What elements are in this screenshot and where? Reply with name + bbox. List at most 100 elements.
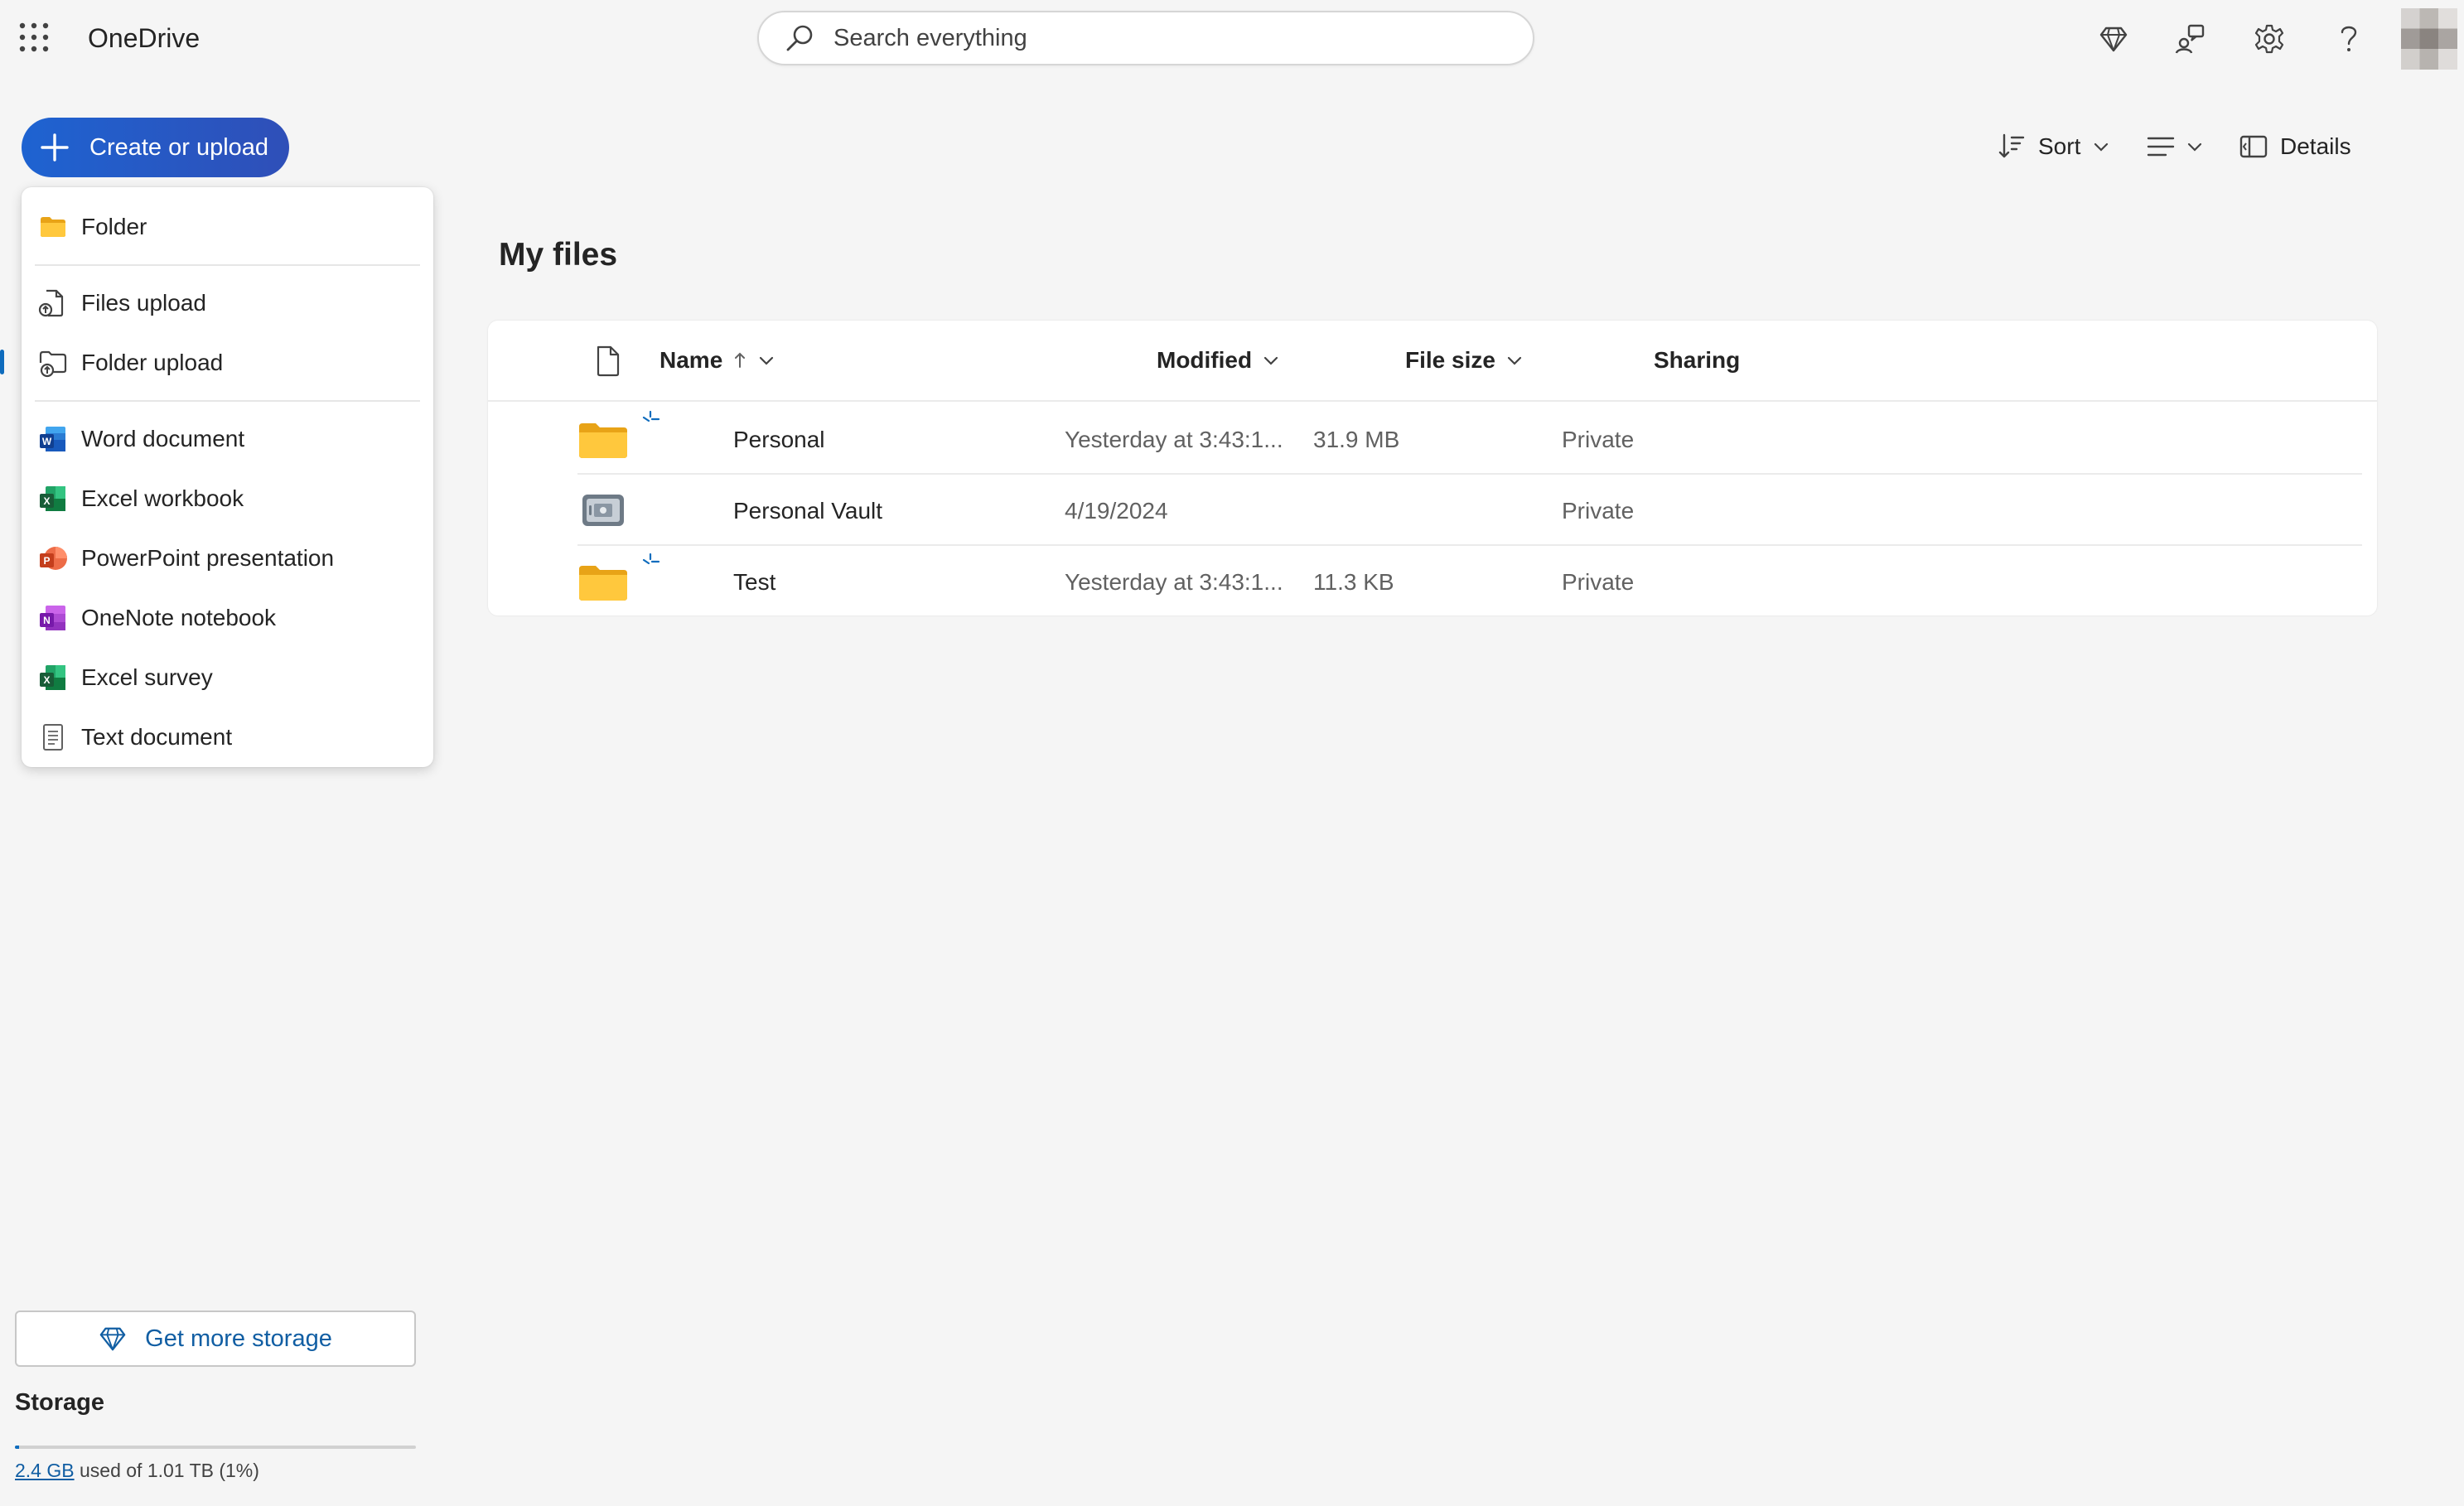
storage-progress-fill: [15, 1446, 19, 1449]
column-header-label: File size: [1405, 347, 1495, 373]
create-or-upload-button[interactable]: Create or upload: [22, 118, 289, 177]
sort-ascending-arrow-icon: [722, 350, 747, 370]
folder-upload-icon: [38, 348, 68, 378]
menu-item-files-upload[interactable]: Files upload: [22, 273, 433, 333]
diamond-icon: [99, 1325, 127, 1353]
top-bar: OneDrive: [0, 0, 2464, 80]
svg-text:P: P: [43, 555, 50, 567]
details-button[interactable]: Details: [2239, 126, 2351, 167]
details-label: Details: [2280, 133, 2351, 159]
list-view-icon: [2146, 132, 2176, 162]
share-people-icon[interactable]: [2171, 20, 2209, 58]
file-type-column-icon[interactable]: [594, 345, 622, 377]
get-more-storage-button[interactable]: Get more storage: [15, 1311, 416, 1367]
sync-status-icon: [642, 553, 660, 569]
menu-item-powerpoint-presentation[interactable]: P PowerPoint presentation: [22, 529, 433, 588]
page-title: My files: [499, 237, 618, 273]
folder-icon: [38, 212, 68, 242]
table-row[interactable]: Personal Yesterday at 3:43:1... 31.9 MB …: [577, 403, 2362, 475]
menu-item-word-document[interactable]: W Word document: [22, 409, 433, 469]
file-modified: 4/19/2024: [1065, 498, 1168, 524]
storage-used-text: used of 1.01 TB (1%): [74, 1460, 259, 1481]
menu-item-label: Excel workbook: [81, 485, 244, 511]
file-modified: Yesterday at 3:43:1...: [1065, 569, 1283, 595]
menu-item-onenote-notebook[interactable]: N OneNote notebook: [22, 588, 433, 648]
get-more-storage-label: Get more storage: [145, 1325, 332, 1352]
chevron-down-icon: [747, 351, 775, 369]
menu-item-label: Files upload: [81, 290, 206, 316]
sort-label: Sort: [2038, 133, 2081, 159]
storage-used-link[interactable]: 2.4 GB: [15, 1460, 75, 1481]
menu-item-label: Folder: [81, 214, 147, 239]
excel-icon: X: [38, 484, 68, 514]
excel-survey-icon: X: [38, 663, 68, 693]
column-header-label: Modified: [1157, 347, 1253, 373]
plus-icon: [38, 131, 71, 164]
menu-item-label: Excel survey: [81, 664, 213, 690]
settings-gear-icon[interactable]: [2250, 20, 2288, 58]
menu-divider: [35, 264, 420, 266]
table-header: Name Modified File size Sharing: [488, 321, 2377, 402]
column-header-label: Name: [659, 347, 723, 373]
storage-progress-bar: [15, 1446, 416, 1449]
search-box[interactable]: [757, 11, 1534, 65]
file-size: 11.3 KB: [1313, 569, 1394, 595]
menu-item-folder[interactable]: Folder: [22, 197, 433, 257]
storage-usage: 2.4 GB used of 1.01 TB (1%): [15, 1460, 259, 1482]
app-title[interactable]: OneDrive: [88, 23, 200, 54]
create-or-upload-label: Create or upload: [89, 133, 269, 161]
search-icon: [784, 22, 815, 54]
menu-item-excel-workbook[interactable]: X Excel workbook: [22, 469, 433, 529]
menu-divider: [35, 400, 420, 402]
chevron-down-icon: [1252, 351, 1280, 369]
chevron-down-icon: [2186, 138, 2204, 156]
column-header-file-size[interactable]: File size: [1405, 347, 1524, 374]
file-sharing: Private: [1562, 427, 1635, 452]
chevron-down-icon: [2092, 138, 2110, 156]
sync-status-icon: [642, 410, 660, 427]
personal-vault-icon: [577, 485, 629, 534]
menu-item-label: Text document: [81, 724, 233, 750]
file-modified: Yesterday at 3:43:1...: [1065, 427, 1283, 452]
column-header-name[interactable]: Name: [659, 347, 775, 374]
search-input[interactable]: [833, 24, 1496, 52]
premium-diamond-icon[interactable]: [2094, 20, 2133, 58]
view-options-button[interactable]: [2146, 126, 2204, 167]
create-menu: Folder Files upload Folder upload W Word…: [22, 187, 433, 767]
powerpoint-icon: P: [38, 543, 68, 573]
help-icon[interactable]: [2330, 20, 2368, 58]
nav-selection-indicator: [0, 350, 4, 374]
sort-button[interactable]: Sort: [1997, 126, 2110, 167]
details-pane-icon: [2239, 132, 2268, 162]
svg-text:N: N: [43, 615, 51, 626]
file-name[interactable]: Test: [733, 569, 775, 596]
file-sharing: Private: [1562, 569, 1635, 595]
file-upload-icon: [38, 288, 68, 318]
svg-text:W: W: [42, 436, 52, 447]
app-launcher-icon[interactable]: [18, 22, 50, 53]
svg-text:X: X: [43, 674, 50, 686]
menu-item-label: Folder upload: [81, 350, 224, 375]
menu-item-excel-survey[interactable]: X Excel survey: [22, 648, 433, 707]
menu-item-folder-upload[interactable]: Folder upload: [22, 333, 433, 393]
word-icon: W: [38, 424, 68, 454]
storage-title: Storage: [15, 1389, 104, 1416]
table-row[interactable]: Personal Vault 4/19/2024 Private: [577, 475, 2362, 546]
onenote-icon: N: [38, 603, 68, 633]
svg-text:X: X: [43, 495, 50, 507]
chevron-down-icon: [1495, 351, 1524, 369]
file-sharing: Private: [1562, 498, 1635, 524]
folder-icon: [577, 413, 629, 463]
menu-item-text-document[interactable]: Text document: [22, 707, 433, 767]
table-row[interactable]: Test Yesterday at 3:43:1... 11.3 KB Priv…: [577, 546, 2362, 617]
menu-item-label: Word document: [81, 426, 245, 451]
file-name[interactable]: Personal Vault: [733, 498, 882, 524]
files-table: Name Modified File size Sharing Personal…: [488, 321, 2377, 615]
column-header-sharing[interactable]: Sharing: [1654, 347, 1740, 374]
menu-item-label: PowerPoint presentation: [81, 545, 335, 571]
column-header-modified[interactable]: Modified: [1157, 347, 1280, 374]
file-name[interactable]: Personal: [733, 427, 825, 453]
file-size: 31.9 MB: [1313, 427, 1400, 452]
avatar[interactable]: [2401, 8, 2457, 70]
column-header-label: Sharing: [1654, 347, 1741, 373]
